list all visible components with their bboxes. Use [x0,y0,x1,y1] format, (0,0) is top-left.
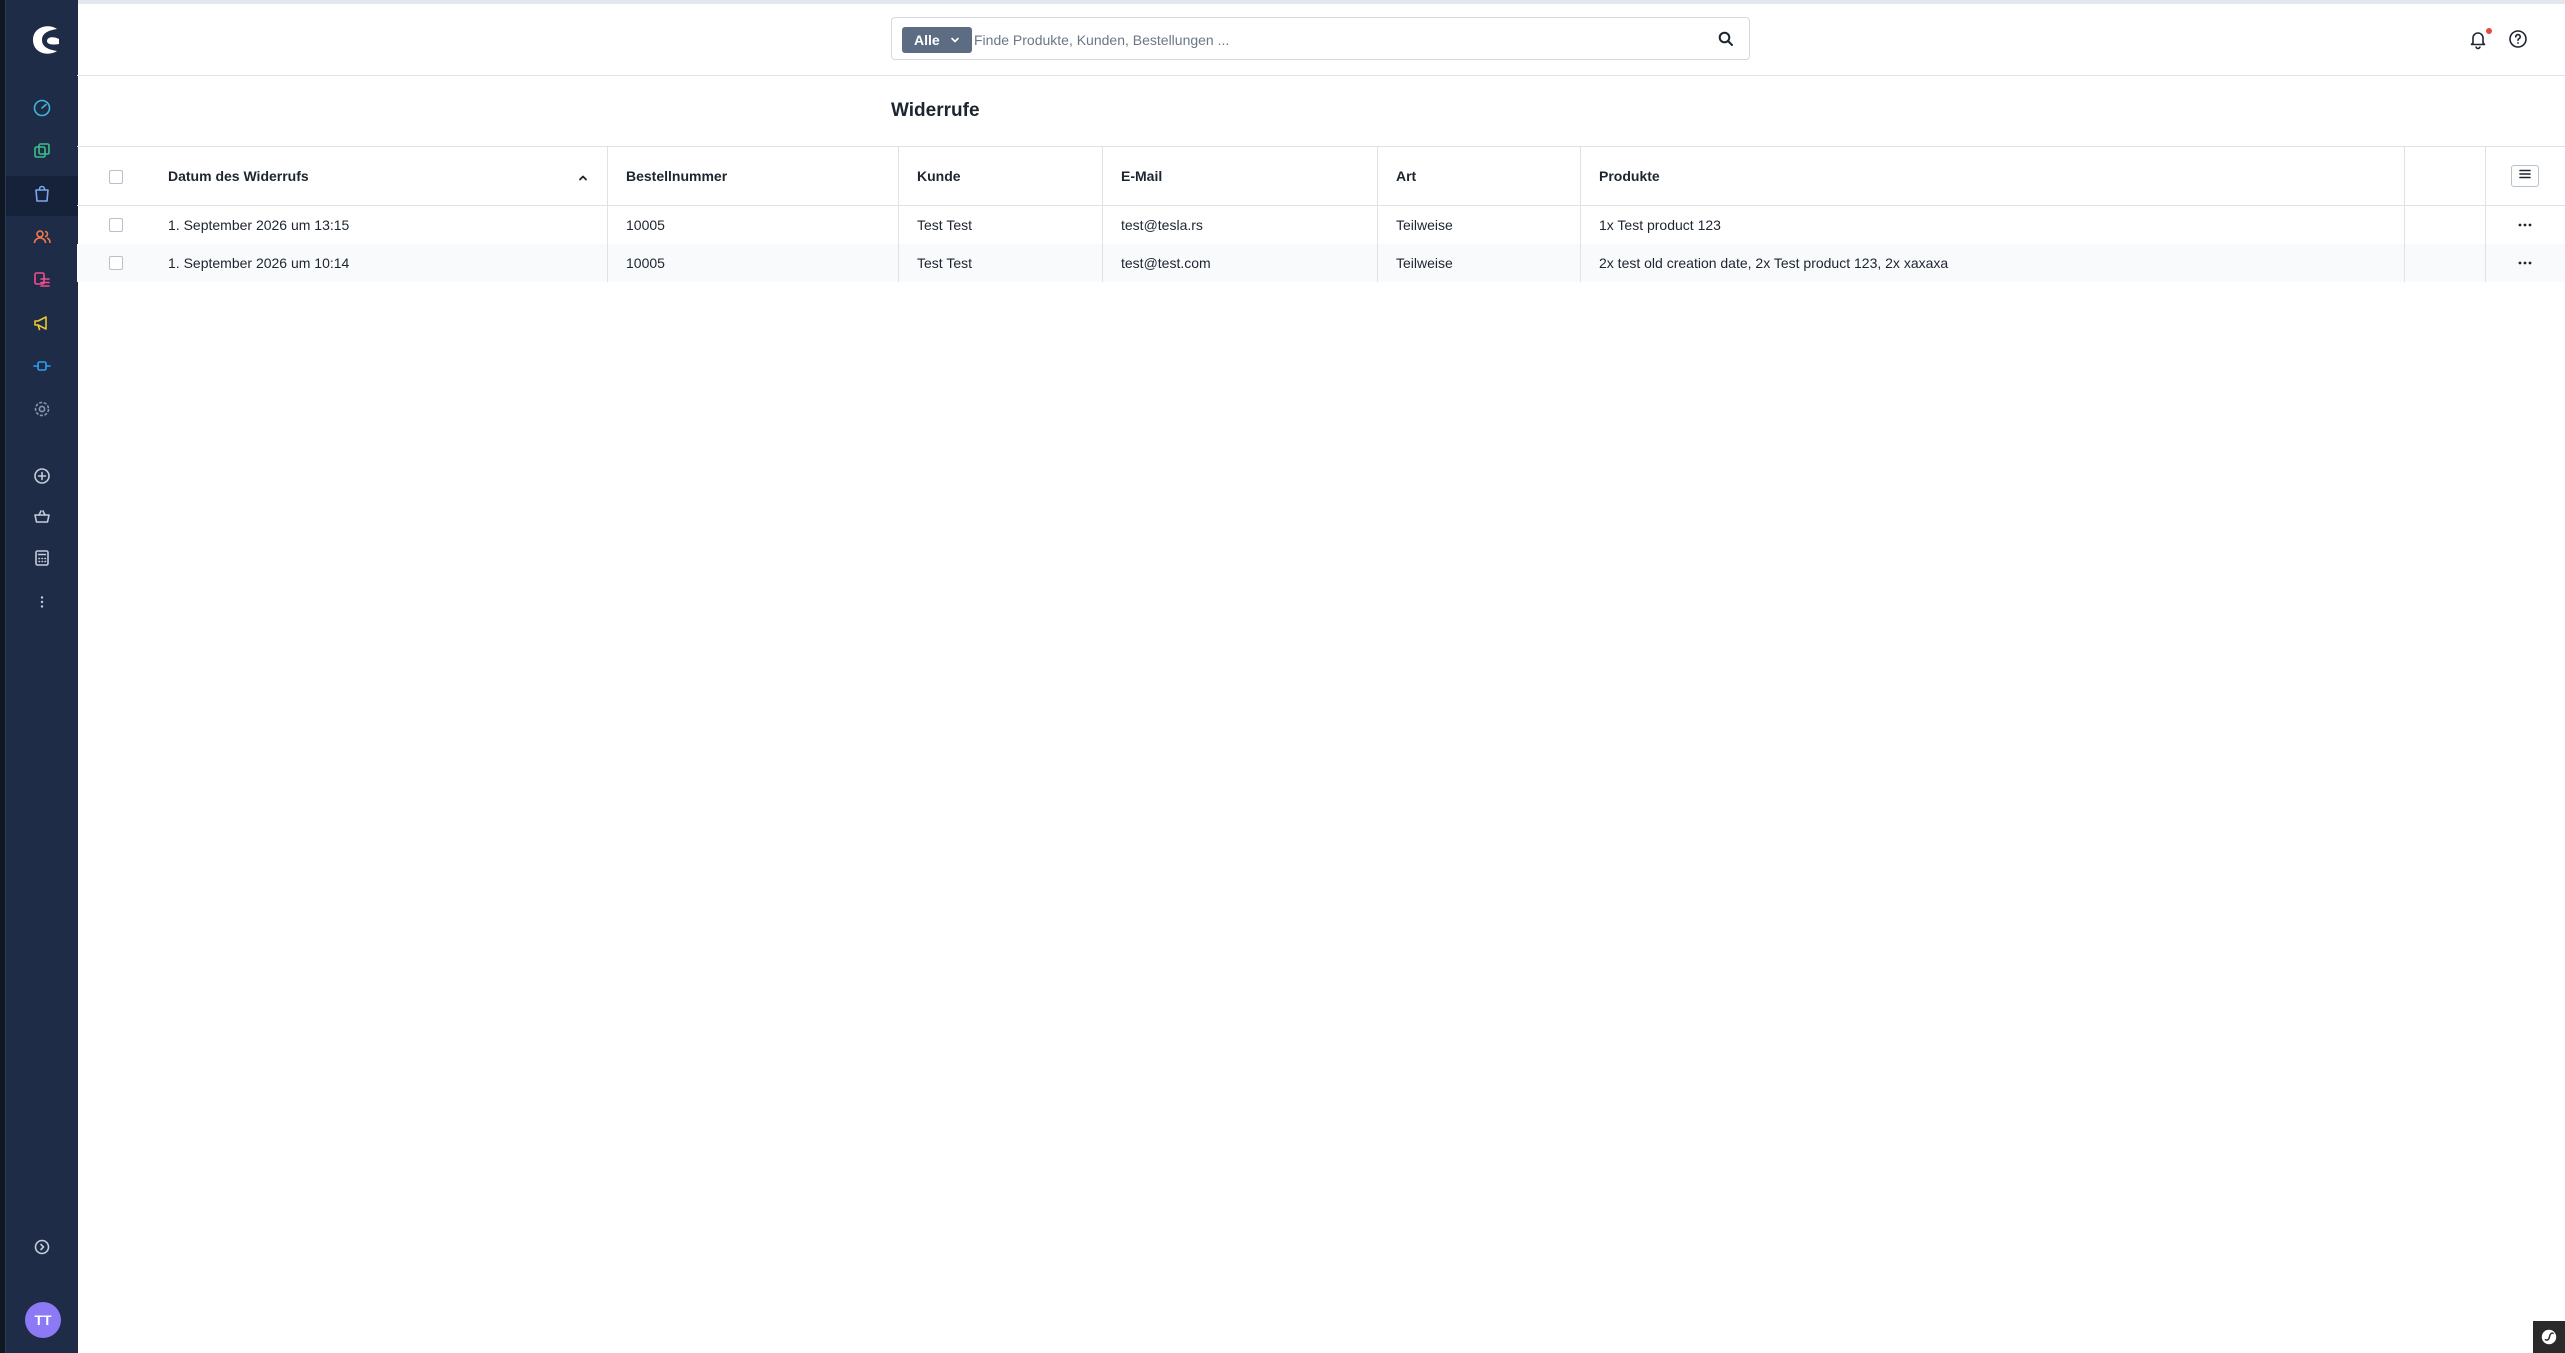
column-divider [2404,206,2405,244]
sidebar-item-extensions[interactable] [6,348,78,388]
select-all-checkbox[interactable] [109,170,123,184]
users-icon [32,227,52,252]
sidebar-item-add[interactable] [6,458,78,498]
list-menu-icon [2518,167,2532,186]
column-header-email[interactable]: E-Mail [1103,147,1377,205]
sidebar-item-catalogues[interactable] [6,133,78,173]
column-divider [2404,147,2405,205]
plus-circle-icon [32,466,52,491]
sidebar-item-orders[interactable] [6,176,78,216]
page-title: Widerrufe [891,100,980,121]
column-header-type-label: Art [1396,168,1417,184]
more-vertical-icon [32,592,52,617]
gear-icon [32,399,52,424]
cell-customer: Test Test [917,217,972,233]
calculator-icon [32,548,52,573]
cell-type: Teilweise [1396,217,1453,233]
sidebar-item-more[interactable] [6,584,78,624]
cell-type: Teilweise [1396,255,1453,271]
column-header-products-label: Produkte [1599,168,1660,184]
sidebar-item-customers[interactable] [6,219,78,259]
cell-email: test@tesla.rs [1121,217,1203,233]
search-icon[interactable] [1717,30,1735,48]
help-icon[interactable] [2507,28,2529,50]
column-header-customer[interactable]: Kunde [899,147,1102,205]
shopware-logo-icon[interactable] [26,20,66,60]
chevron-down-icon [950,32,960,48]
column-header-order-number[interactable]: Bestellnummer [608,147,898,205]
grid-header-row: Datum des Widerrufs Bestellnummer Kunde … [77,147,2565,206]
search-input[interactable] [972,26,1676,54]
cell-order-number: 10005 [626,217,665,233]
more-horizontal-icon[interactable] [2514,252,2536,274]
symfony-toolbar-icon[interactable] [2533,1321,2565,1353]
products-icon [32,141,52,166]
search-type-select[interactable]: Alle [902,27,972,53]
notification-indicator [2486,28,2492,34]
sidebar-item-content[interactable] [6,262,78,302]
megaphone-icon [32,313,52,338]
cell-customer: Test Test [917,255,972,271]
column-header-order-number-label: Bestellnummer [626,168,728,184]
help-circle-icon [32,1237,52,1262]
row-checkbox[interactable] [109,218,123,232]
cell-order-number: 10005 [626,255,665,271]
cell-date: 1. September 2026 um 13:15 [168,217,350,233]
column-header-email-label: E-Mail [1121,168,1163,184]
column-divider [2485,244,2486,282]
column-divider [2485,206,2486,244]
search-type-label: Alle [914,32,940,48]
more-horizontal-icon[interactable] [2514,214,2536,236]
column-header-customer-label: Kunde [917,168,961,184]
column-header-date-label: Datum des Widerrufs [168,168,309,184]
sidebar-item-marketing[interactable] [6,305,78,345]
withdrawals-grid: Datum des Widerrufs Bestellnummer Kunde … [77,147,2565,282]
cell-products: 1x Test product 123 [1599,217,1721,233]
column-header-date[interactable]: Datum des Widerrufs [150,147,605,205]
global-search-bar: Alle [891,17,1750,60]
column-header-type[interactable]: Art [1378,147,1580,205]
content-icon [32,270,52,295]
plug-icon [32,356,52,381]
shopping-bag-icon [32,184,52,209]
sidebar-item-help[interactable] [6,1229,78,1269]
basket-icon [32,507,52,532]
top-divider [77,0,2565,4]
column-divider [2485,147,2486,205]
header-divider [77,75,2565,76]
row-checkbox[interactable] [109,256,123,270]
sort-ascending-icon[interactable] [577,171,589,183]
sidebar-item-shop[interactable] [6,499,78,539]
table-row[interactable]: 1. September 2026 um 13:15 10005 Test Te… [77,206,2565,244]
table-row[interactable]: 1. September 2026 um 10:14 10005 Test Te… [77,244,2565,282]
sidebar-item-settings[interactable] [6,391,78,431]
column-divider [2404,244,2405,282]
gauge-icon [32,98,52,123]
cell-date: 1. September 2026 um 10:14 [168,255,350,271]
sidebar-item-dashboard[interactable] [6,90,78,130]
column-header-products[interactable]: Produkte [1581,147,2408,205]
user-avatar[interactable]: TT [25,1302,61,1338]
sidebar-item-calculator[interactable] [6,540,78,580]
column-settings-button[interactable] [2511,165,2539,187]
cell-email: test@test.com [1121,255,1211,271]
admin-sidebar: TT [5,0,78,1353]
cell-products: 2x test old creation date, 2x Test produ… [1599,255,1949,271]
